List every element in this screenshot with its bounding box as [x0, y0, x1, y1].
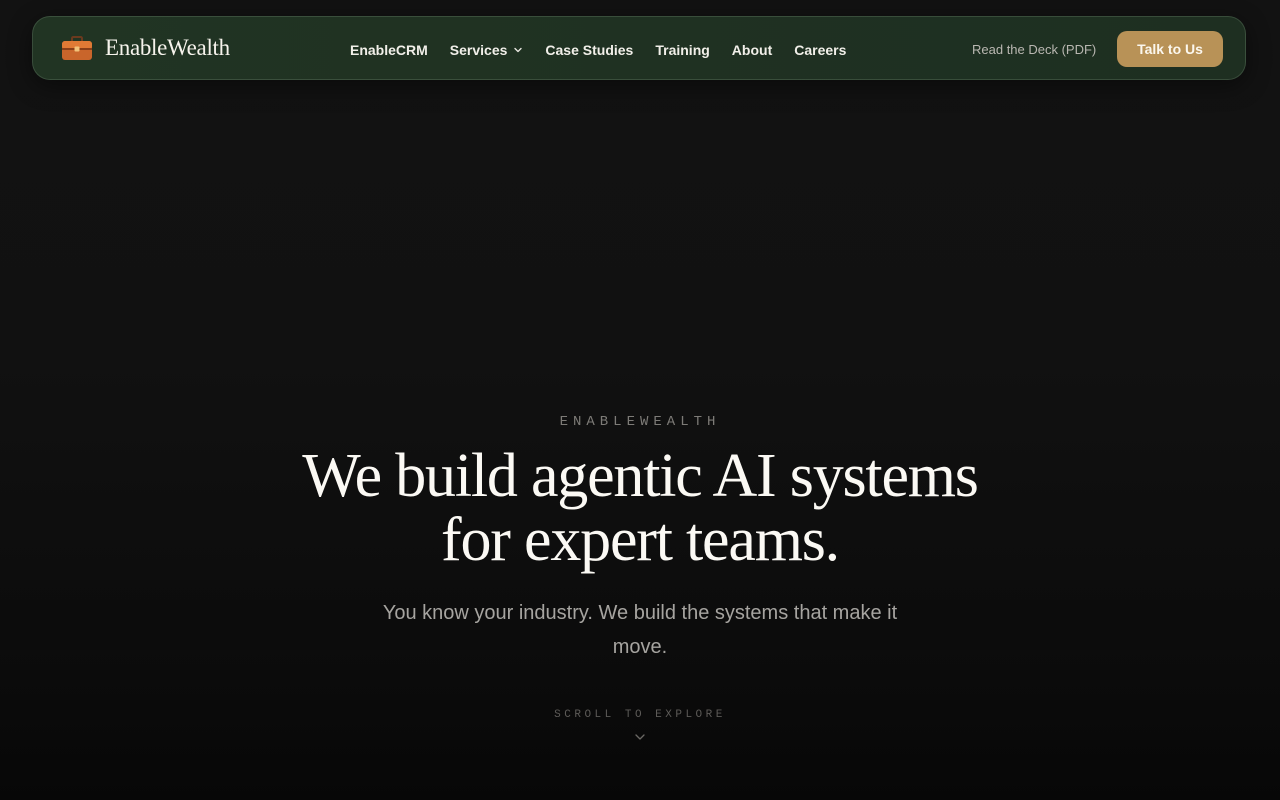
- hero-headline: We build agentic AI systems for expert t…: [240, 444, 1040, 572]
- nav-link-case-studies[interactable]: Case Studies: [545, 40, 633, 58]
- primary-nav: EnableCRM Services Case Studies Training…: [350, 17, 846, 81]
- briefcase-icon: [62, 36, 92, 60]
- nav-link-training[interactable]: Training: [655, 40, 709, 58]
- brand-name: EnableWealth: [105, 35, 230, 60]
- hero-subhead: You know your industry. We build the sys…: [382, 602, 898, 658]
- chevron-down-icon: [514, 47, 523, 53]
- chevron-down-icon[interactable]: [634, 731, 646, 743]
- hero-headline-line-2: for expert teams.: [441, 506, 840, 574]
- nav-link-services-label: Services: [449, 42, 508, 58]
- page: EnableWealth EnableCRM Services Case Stu…: [0, 0, 1280, 800]
- brand-logo-link[interactable]: EnableWealth: [61, 31, 230, 65]
- read-deck-link[interactable]: Read the Deck (PDF): [972, 17, 1096, 81]
- talk-to-us-button[interactable]: Talk to Us: [1117, 31, 1223, 67]
- hero-headline-line-1: We build agentic AI systems: [302, 442, 979, 510]
- scroll-to-explore-label[interactable]: SCROLL TO EXPLORE: [0, 709, 1280, 721]
- hero-section: ENABLEWEALTH We build agentic AI systems…: [0, 400, 1280, 743]
- nav-link-services[interactable]: Services: [450, 40, 524, 58]
- nav-link-enablecrm[interactable]: EnableCRM: [350, 40, 428, 58]
- nav-link-about[interactable]: About: [732, 40, 772, 58]
- nav-link-careers[interactable]: Careers: [794, 40, 846, 58]
- top-navbar: EnableWealth EnableCRM Services Case Stu…: [32, 16, 1246, 80]
- hero-eyebrow: ENABLEWEALTH: [559, 414, 721, 430]
